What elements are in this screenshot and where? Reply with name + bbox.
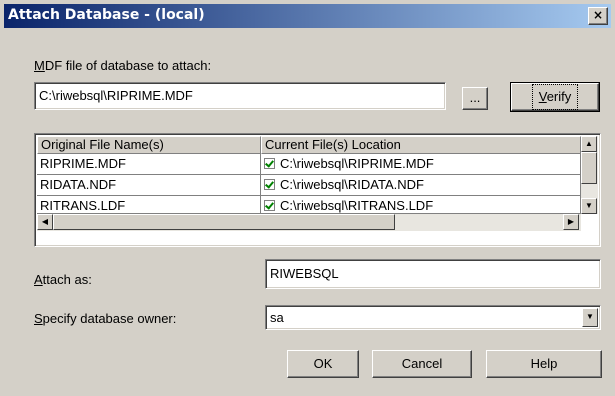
horizontal-scroll-thumb[interactable] xyxy=(53,214,395,230)
ok-button-label: OK xyxy=(313,356,333,371)
grid-cell-location[interactable]: C:\riwebsql\RIPRIME.MDF xyxy=(261,154,581,175)
grid-cell-original[interactable]: RIDATA.NDF xyxy=(37,175,261,196)
mdf-file-value: C:\riwebsql\RIPRIME.MDF xyxy=(39,88,193,103)
attach-as-value: RIWEBSQL xyxy=(270,266,339,281)
vertical-scrollbar[interactable]: ▲ ▼ xyxy=(581,136,598,214)
database-owner-select[interactable]: sa ▼ xyxy=(265,305,601,330)
verify-label-text: erify xyxy=(546,89,572,104)
mdf-file-input[interactable]: C:\riwebsql\RIPRIME.MDF xyxy=(34,82,446,110)
help-button[interactable]: Help xyxy=(486,350,602,378)
attach-as-label-text: ttach as: xyxy=(42,272,92,287)
database-owner-value: sa xyxy=(270,310,284,325)
verify-button-label: Verify xyxy=(531,84,579,110)
check-icon[interactable] xyxy=(264,179,275,190)
mdf-file-label: MDF file of database to attach: xyxy=(34,58,211,73)
help-button-label: Help xyxy=(530,356,558,371)
close-icon: × xyxy=(592,8,604,22)
owner-label-text: pecify database owner: xyxy=(42,311,177,326)
verify-accelerator: V xyxy=(538,89,547,104)
browse-button-label: ... xyxy=(469,90,481,105)
attach-as-label: Attach as: xyxy=(34,272,92,287)
scroll-left-arrow-icon[interactable]: ◀ xyxy=(37,214,53,230)
chevron-down-icon[interactable]: ▼ xyxy=(582,308,598,327)
scroll-down-arrow-icon[interactable]: ▼ xyxy=(581,198,597,214)
scroll-right-arrow-icon[interactable]: ▶ xyxy=(563,214,579,230)
ok-button[interactable]: OK xyxy=(287,350,359,378)
owner-accelerator: S xyxy=(34,311,43,326)
mdf-label-accelerator: M xyxy=(34,58,45,73)
grid-cell-location[interactable]: C:\riwebsql\RIDATA.NDF xyxy=(261,175,581,196)
cancel-button-label: Cancel xyxy=(401,356,443,371)
verify-button[interactable]: Verify xyxy=(510,82,600,112)
grid-cell-location[interactable]: C:\riwebsql\RITRANS.LDF xyxy=(261,196,581,214)
database-owner-label: Specify database owner: xyxy=(34,311,176,326)
scroll-up-arrow-icon[interactable]: ▲ xyxy=(581,136,597,152)
check-icon[interactable] xyxy=(264,158,275,169)
window-title: Attach Database - (local) xyxy=(8,7,205,23)
location-text: C:\riwebsql\RIPRIME.MDF xyxy=(280,156,434,171)
check-icon[interactable] xyxy=(264,200,275,211)
attach-as-accelerator: A xyxy=(34,272,43,287)
attach-as-input[interactable]: RIWEBSQL xyxy=(265,259,601,289)
vertical-scroll-thumb[interactable] xyxy=(581,152,597,184)
column-header-original[interactable]: Original File Name(s) xyxy=(37,136,261,154)
horizontal-scrollbar[interactable]: ◀ ▶ xyxy=(37,214,581,231)
cancel-button[interactable]: Cancel xyxy=(372,350,472,378)
close-button[interactable]: × xyxy=(588,7,608,25)
grid-cell-original[interactable]: RITRANS.LDF xyxy=(37,196,261,214)
mdf-label-text: DF file of database to attach: xyxy=(44,58,212,73)
location-text: C:\riwebsql\RIDATA.NDF xyxy=(280,177,424,192)
browse-button[interactable]: ... xyxy=(462,87,488,110)
title-bar[interactable]: Attach Database - (local) × xyxy=(4,4,611,28)
attach-database-dialog: Attach Database - (local) × MDF file of … xyxy=(0,0,615,396)
database-files-grid[interactable]: Original File Name(s) Current File(s) Lo… xyxy=(34,133,601,247)
column-header-location[interactable]: Current File(s) Location xyxy=(261,136,581,154)
grid-cell-original[interactable]: RIPRIME.MDF xyxy=(37,154,261,175)
location-text: C:\riwebsql\RITRANS.LDF xyxy=(280,198,434,213)
